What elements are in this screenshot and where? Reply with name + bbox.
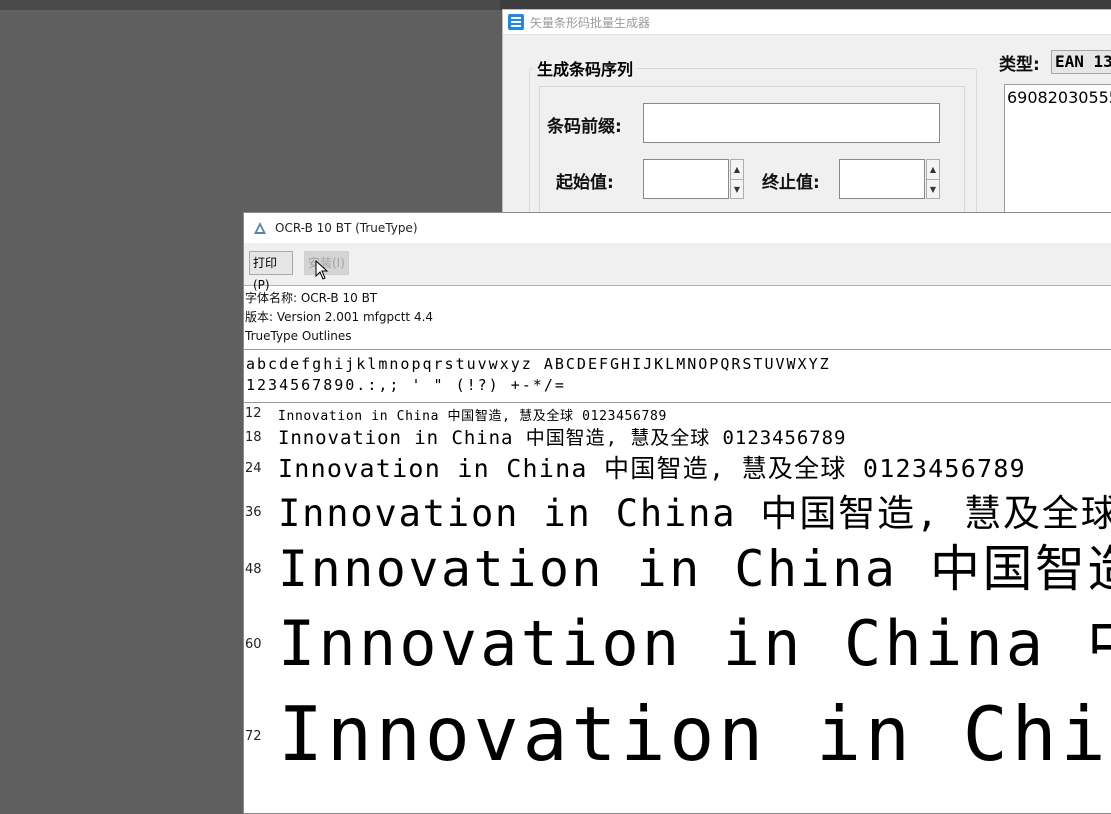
font-viewer-window[interactable]: OCR-B 10 BT (TrueType) 打印(P) 安装(I) 字体名称:…	[243, 212, 1111, 814]
start-value-input[interactable]	[643, 159, 729, 199]
sample-text: Innovation in China 中国智造, 慧及全球 012345678…	[278, 454, 1026, 483]
barcode-generator-window[interactable]: 矢量条形码批量生成器 生成条码序列 条码前缀: 起始值: ▲ ▼ 终止值: ▲ …	[502, 9, 1111, 230]
font-app-icon	[254, 222, 266, 234]
barcode-window-titlebar[interactable]: 矢量条形码批量生成器	[503, 10, 1111, 35]
prefix-input[interactable]	[643, 103, 940, 143]
spin-down-icon[interactable]: ▼	[927, 180, 939, 199]
spin-up-icon[interactable]: ▲	[731, 160, 743, 180]
sample-text-panel: 12 Innovation in China 中国智造, 慧及全球 012345…	[244, 403, 1111, 813]
sample-text: Innovation in China 中国智造, 慧及全球 012345678…	[278, 427, 847, 449]
sample-size-label: 60	[245, 637, 262, 652]
end-value-input[interactable]	[839, 159, 925, 199]
sample-size-label: 12	[245, 406, 262, 421]
print-button[interactable]: 打印(P)	[249, 251, 293, 292]
font-outline-text: TrueType Outlines	[245, 329, 352, 343]
list-item[interactable]: 6908203055555	[1007, 88, 1111, 107]
charset-letters: abcdefghijklmnopqrstuvwxyz ABCDEFGHIJKLM…	[246, 355, 831, 373]
font-viewer-title: OCR-B 10 BT (TrueType)	[275, 221, 418, 235]
type-label: 类型:	[999, 55, 1040, 75]
spin-up-icon[interactable]: ▲	[927, 160, 939, 180]
font-version-text: 版本: Version 2.001 mfgpctt 4.4	[245, 310, 434, 324]
end-value-label: 终止值:	[762, 173, 820, 193]
generated-codes-list[interactable]: 6908203055555	[1004, 84, 1111, 224]
sample-text: Innovation in China 中国智造, 慧及全球 012345678…	[278, 409, 667, 424]
sample-text: Innovation in China 中国智造, 慧及全球 012345678…	[278, 690, 1111, 778]
sequence-group-title: 生成条码序列	[533, 56, 638, 80]
type-select[interactable]: EAN 13	[1051, 50, 1111, 74]
charset-digits-symbols: 1234567890.:,; ' " (!?) +-*/=	[246, 376, 566, 394]
sample-text: Innovation in China 中国智造, 慧及全球 012345678…	[278, 540, 1111, 598]
start-value-label: 起始值:	[556, 173, 614, 193]
end-value-spinner[interactable]: ▲ ▼	[926, 159, 940, 199]
character-set-panel: abcdefghijklmnopqrstuvwxyz ABCDEFGHIJKLM…	[244, 350, 1111, 403]
barcode-window-title: 矢量条形码批量生成器	[530, 15, 651, 30]
mouse-cursor-icon	[315, 260, 329, 280]
prefix-label: 条码前缀:	[547, 117, 622, 137]
font-info-panel: 字体名称: OCR-B 10 BT 版本: Version 2.001 mfgp…	[244, 286, 1111, 350]
sample-size-label: 18	[245, 430, 262, 445]
sample-size-label: 36	[245, 505, 262, 520]
font-viewer-toolbar: 打印(P) 安装(I)	[244, 243, 1111, 292]
barcode-app-icon	[508, 14, 524, 30]
spin-down-icon[interactable]: ▼	[731, 180, 743, 199]
sample-size-label: 24	[245, 461, 262, 476]
sample-size-label: 48	[245, 562, 262, 577]
sample-size-label: 72	[245, 729, 262, 744]
font-viewer-titlebar[interactable]: OCR-B 10 BT (TrueType)	[244, 213, 1111, 243]
start-value-spinner[interactable]: ▲ ▼	[730, 159, 744, 199]
font-name-text: 字体名称: OCR-B 10 BT	[245, 291, 378, 305]
sample-text: Innovation in China 中国智造, 慧及全球 012345678…	[278, 607, 1111, 680]
